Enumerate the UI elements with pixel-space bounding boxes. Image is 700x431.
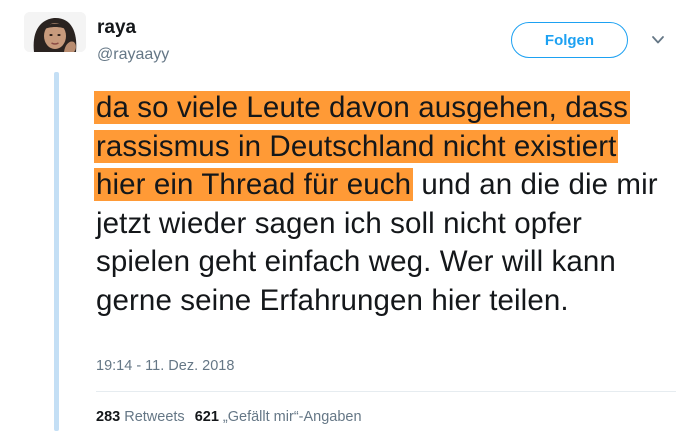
- chevron-down-icon[interactable]: [650, 33, 666, 47]
- avatar[interactable]: [24, 12, 86, 52]
- author-handle[interactable]: @rayaayy: [97, 45, 169, 65]
- highlighted-text-line: hier ein Thread für euch: [94, 168, 414, 201]
- highlighted-text-line: rassismus in Deutschland nicht existiert: [94, 129, 619, 163]
- highlighted-text-line: da so viele Leute davon ausgehen, dass: [94, 91, 630, 124]
- retweets-count: 283: [96, 409, 121, 425]
- divider: [96, 391, 676, 392]
- likes-label: „Gefällt mir“-Angaben: [222, 409, 362, 425]
- tweet-timestamp[interactable]: 19:14 - 11. Dez. 2018: [96, 357, 234, 375]
- tweet-card: raya @rayaayy Folgen da so viele Leute d…: [0, 0, 700, 431]
- likes-stat[interactable]: 621 „Gefällt mir“-Angaben: [195, 409, 362, 425]
- retweets-stat[interactable]: 283 Retweets: [96, 409, 185, 425]
- thread-connector-line: [54, 72, 59, 431]
- avatar-photo-icon: [24, 12, 86, 52]
- likes-count: 621: [194, 409, 219, 425]
- author-display-name[interactable]: raya: [97, 17, 136, 39]
- tweet-text: da so viele Leute davon ausgehen, dass r…: [94, 89, 671, 320]
- follow-button[interactable]: Folgen: [511, 22, 628, 58]
- engagement-stats: 283 Retweets 621 „Gefällt mir“-Angaben: [96, 408, 362, 426]
- retweets-label: Retweets: [124, 409, 185, 425]
